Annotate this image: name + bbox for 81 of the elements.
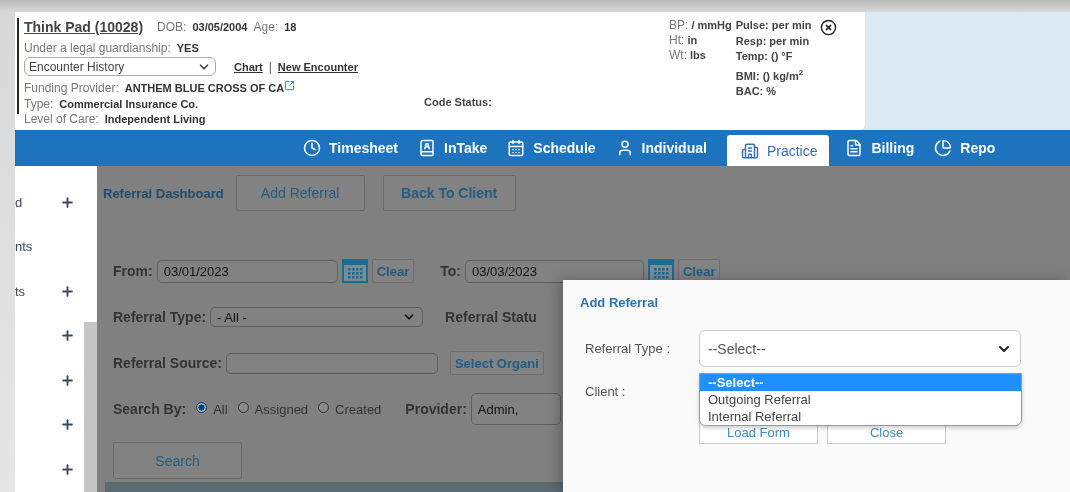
type-value: Commercial Insurance Co. (59, 97, 199, 112)
nav-tab[interactable]: Repo (934, 130, 1010, 166)
scrollbar[interactable] (84, 322, 97, 492)
radio-label: Assigned (254, 401, 309, 417)
guardianship-label: Under a legal guardianship: (24, 40, 171, 57)
sidebar-item[interactable]: ts (15, 283, 26, 299)
level-of-care-value: Independent Living (104, 112, 206, 126)
vital-value: in (687, 34, 698, 46)
provider-label: Provider: (405, 401, 467, 417)
plus-icon[interactable] (60, 417, 75, 433)
dropdown-option[interactable]: Internal Referral (700, 408, 1021, 425)
building-icon (740, 141, 759, 160)
calendar-icon (507, 139, 526, 157)
guardianship-value: YES (176, 41, 199, 56)
referral-dashboard-title: Referral Dashboard (103, 185, 224, 201)
referral-source-field[interactable] (225, 352, 438, 374)
referral-source-label: Referral Source: (113, 355, 222, 371)
radio-button[interactable] (318, 401, 330, 413)
nav-tab[interactable]: Practice (726, 135, 830, 166)
nav-tab[interactable]: Individual (615, 130, 721, 166)
sidebar-item[interactable]: d (15, 195, 23, 210)
code-status-label: Code Status: (424, 95, 493, 110)
contact-card-icon (418, 139, 436, 157)
to-label: To: (440, 263, 461, 279)
dob-value: 03/05/2004 (192, 20, 248, 35)
vital-reading: BMI: () kg/m$^{2}$ (735, 66, 805, 84)
search-by-label: Search By: (113, 401, 187, 417)
vital-reading: Temp: () °F (735, 49, 794, 64)
provider-select[interactable]: Admin, (470, 393, 561, 425)
chart-link[interactable]: Chart (234, 57, 263, 76)
sidebar-item[interactable]: nts (15, 239, 33, 255)
nav-tab[interactable]: InTake (418, 130, 502, 166)
plus-icon[interactable] (60, 283, 75, 299)
plus-icon[interactable] (60, 372, 75, 388)
vital-label: Ht: (669, 33, 685, 47)
referral-status-label: Referral Statu (445, 309, 537, 325)
document-icon (845, 139, 864, 157)
dob-label: DOB: (157, 19, 187, 36)
nav-tab[interactable]: Timesheet (303, 130, 412, 166)
plus-icon[interactable] (60, 461, 75, 477)
radio-button[interactable] (196, 401, 208, 413)
dialog-title: Add Referral (580, 295, 660, 310)
nav-tab[interactable]: Billing (845, 130, 929, 166)
to-date-field[interactable]: 03/03/2023 (464, 259, 644, 283)
type-label: Type: (24, 97, 54, 112)
vital-label: BP: (669, 18, 689, 32)
patient-name-link[interactable]: Think Pad (10028) (24, 18, 144, 36)
vital-value: / mmHg (691, 19, 732, 31)
from-label: From: (113, 263, 153, 279)
vital-reading: Resp: per min (735, 33, 811, 49)
referral-type-select[interactable]: - All - (210, 307, 424, 327)
funding-provider-label: Funding Provider: (24, 80, 119, 97)
referral-type-select[interactable]: --Select-- (699, 330, 1021, 367)
clock-icon (303, 139, 321, 157)
client-label: Client : (584, 383, 627, 399)
funding-provider-value: ANTHEM BLUE CROSS OF CA (124, 81, 285, 96)
referral-type-label: Referral Type : (584, 341, 672, 356)
dropdown-option[interactable]: --Select-- (700, 374, 1021, 391)
calendar-icon[interactable] (647, 259, 674, 283)
radio-label: Created (335, 401, 382, 417)
vital-reading: Pulse: per min (735, 18, 812, 33)
encounter-select[interactable]: Encounter History (24, 57, 216, 76)
dropdown-option[interactable]: Outgoing Referral (700, 391, 1021, 408)
vital-reading: BAC: % (735, 83, 778, 99)
vital-label: Wt: (669, 48, 687, 62)
from-date-field[interactable]: 03/01/2023 (156, 259, 338, 283)
close-icon[interactable] (819, 19, 837, 36)
external-link-icon[interactable] (284, 79, 296, 91)
plus-icon[interactable] (60, 328, 75, 344)
level-of-care-label: Level of Care: (24, 112, 99, 126)
pie-chart-icon (934, 139, 953, 157)
plus-icon[interactable] (60, 195, 75, 210)
new-encounter-link[interactable]: New Encounter (277, 57, 358, 76)
radio-label: All (213, 401, 228, 417)
referral-type-label: Referral Type: (113, 309, 207, 325)
nav-tab[interactable]: Schedule (507, 130, 610, 166)
link-separator: | (268, 58, 272, 76)
age-label: Age: (253, 19, 279, 36)
age-value: 18 (284, 20, 297, 35)
vital-value: lbs (690, 49, 706, 61)
radio-button[interactable] (237, 401, 249, 413)
